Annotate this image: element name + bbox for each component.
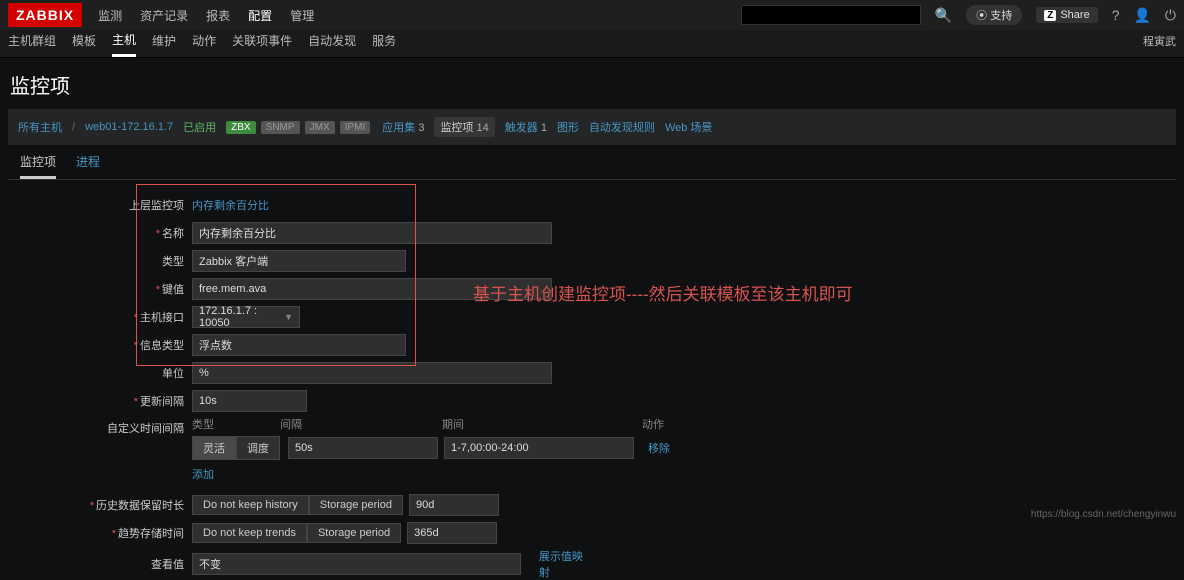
search-icon[interactable]: 🔍: [935, 7, 952, 24]
badge-ipmi: IPMI: [340, 121, 371, 134]
label-show: 查看值: [0, 556, 192, 572]
crumb-items[interactable]: 监控项: [440, 122, 473, 134]
parent-link[interactable]: 内存剩余百分比: [192, 197, 269, 213]
help-icon[interactable]: ?: [1112, 7, 1120, 23]
crumb-all-hosts[interactable]: 所有主机: [18, 119, 62, 135]
label-parent: 上层监控项: [0, 197, 192, 213]
annotation-text: 基于主机创建监控项----然后关联模板至该主机即可: [473, 280, 853, 305]
subnav-host[interactable]: 主机: [112, 31, 136, 57]
power-icon[interactable]: ⏻: [1165, 7, 1176, 24]
tab-item[interactable]: 监控项: [20, 153, 56, 179]
tab-process[interactable]: 进程: [76, 153, 100, 179]
crumb-web[interactable]: Web 场景: [665, 119, 712, 135]
toggle-flexible[interactable]: 灵活: [192, 436, 236, 460]
crumb-discovery[interactable]: 自动发现规则: [589, 119, 655, 135]
show-map-link[interactable]: 展示值映射: [539, 548, 592, 580]
col-action: 动作: [642, 416, 682, 432]
badge-snmp: SNMP: [261, 121, 300, 134]
interval-period-input[interactable]: [444, 437, 634, 459]
label-history: 历史数据保留时长: [96, 500, 184, 512]
subnav-hostgroup[interactable]: 主机群组: [8, 32, 56, 55]
label-type: 类型: [0, 253, 192, 269]
subnav-service[interactable]: 服务: [372, 32, 396, 55]
crumb-graphs[interactable]: 图形: [557, 119, 579, 135]
trends-value-input[interactable]: [407, 522, 497, 544]
nav-inventory[interactable]: 资产记录: [140, 7, 188, 24]
subnav-correlation[interactable]: 关联项事件: [232, 32, 292, 55]
label-trends: 趋势存储时间: [118, 528, 184, 540]
crumb-triggers[interactable]: 触发器: [505, 122, 538, 134]
col-interval: 间隔: [280, 416, 442, 432]
trends-nokeep[interactable]: Do not keep trends: [192, 523, 307, 543]
col-period: 期间: [442, 416, 642, 432]
nav-reports[interactable]: 报表: [206, 7, 230, 24]
badge-jmx: JMX: [305, 121, 335, 134]
history-nokeep[interactable]: Do not keep history: [192, 495, 309, 515]
subnav-template[interactable]: 模板: [72, 32, 96, 55]
badge-zbx: ZBX: [226, 121, 255, 134]
col-type: 类型: [192, 416, 280, 432]
label-interval: 自定义时间间隔: [0, 416, 192, 436]
label-update: 更新间隔: [140, 396, 184, 408]
trends-storage[interactable]: Storage period: [307, 523, 401, 543]
chevron-down-icon: ▼: [284, 312, 293, 322]
logo: ZABBIX: [8, 3, 82, 27]
page-title: 监控项: [0, 58, 1184, 109]
subnav-discovery[interactable]: 自动发现: [308, 32, 356, 55]
support-button[interactable]: ⦿ 支持: [966, 5, 1022, 25]
label-interface: 主机接口: [140, 312, 184, 324]
toggle-schedule[interactable]: 调度: [236, 436, 280, 460]
breadcrumb: 所有主机 / web01-172.16.1.7 已启用 ZBX SNMP JMX…: [8, 109, 1176, 145]
show-input[interactable]: [192, 553, 521, 575]
user-icon[interactable]: 👤: [1133, 7, 1150, 24]
subnav-maintenance[interactable]: 维护: [152, 32, 176, 55]
nav-config[interactable]: 配置: [248, 7, 272, 24]
history-value-input[interactable]: [409, 494, 499, 516]
search-input[interactable]: [741, 5, 921, 25]
watermark: https://blog.csdn.net/chengyinwu: [1031, 509, 1176, 520]
label-name: 名称: [162, 228, 184, 240]
interval-value-input[interactable]: [288, 437, 438, 459]
label-key: 键值: [162, 284, 184, 296]
add-link[interactable]: 添加: [192, 469, 214, 481]
user-info: 程寅武: [1143, 33, 1176, 55]
status-enabled: 已启用: [183, 119, 216, 135]
type-input[interactable]: [192, 250, 406, 272]
update-input[interactable]: [192, 390, 307, 412]
nav-admin[interactable]: 管理: [290, 7, 314, 24]
history-storage[interactable]: Storage period: [309, 495, 403, 515]
info-input[interactable]: [192, 334, 406, 356]
subnav-action[interactable]: 动作: [192, 32, 216, 55]
top-nav: 监测 资产记录 报表 配置 管理: [98, 7, 314, 24]
interface-select[interactable]: 172.16.1.7 : 10050▼: [192, 306, 300, 328]
unit-input[interactable]: [192, 362, 552, 384]
label-info: 信息类型: [140, 340, 184, 352]
label-unit: 单位: [0, 365, 192, 381]
crumb-host[interactable]: web01-172.16.1.7: [85, 121, 173, 133]
nav-monitor[interactable]: 监测: [98, 7, 122, 24]
crumb-apps[interactable]: 应用集: [382, 122, 415, 134]
name-input[interactable]: [192, 222, 552, 244]
remove-link[interactable]: 移除: [648, 440, 670, 456]
share-button[interactable]: ZShare: [1036, 7, 1097, 23]
